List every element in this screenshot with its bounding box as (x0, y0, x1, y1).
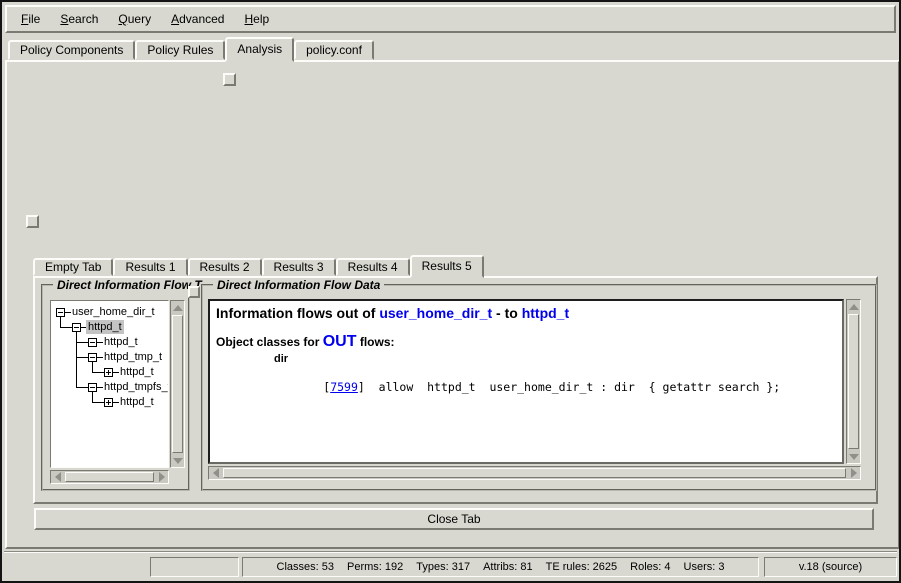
tree-node-label[interactable]: user_home_dir_t (70, 305, 157, 319)
flow-direction-label: OUT (323, 333, 357, 350)
rule-number-link[interactable]: 7599 (330, 380, 358, 394)
analysis-results-group: Analysis Results Empty Tab Results 1 Res… (15, 234, 889, 534)
status-stat: Classes: 53 (277, 561, 334, 573)
main-tab[interactable]: Analysis (225, 37, 294, 62)
results-tab[interactable]: Results 2 (188, 258, 262, 276)
results-tab[interactable]: Results 3 (262, 258, 336, 276)
flow-data-group: Direct Information Flow Data Information… (201, 284, 877, 491)
subheading-pre: Object classes for (216, 335, 323, 349)
results-tab-bar: Empty Tab Results 1 Results 2 Results 3 … (33, 255, 484, 278)
flow-heading-pre: Information flows out of (216, 305, 379, 321)
tree-node-label[interactable]: httpd_t (118, 365, 156, 379)
data-scrollbar-vertical[interactable] (846, 299, 861, 464)
flow-tree-canvas: user_home_dir_thttpd_thttpd_thttpd_tmp_t… (50, 300, 169, 468)
scrollbar-thumb[interactable] (65, 472, 154, 482)
tab-label: Analysis (237, 42, 282, 56)
scroll-left-icon[interactable] (51, 471, 64, 483)
scroll-right-icon[interactable] (847, 467, 860, 479)
status-stat: TE rules: 2625 (546, 561, 618, 573)
results-tab-label: Results 4 (348, 260, 398, 274)
flow-heading-mid: - to (492, 305, 522, 321)
scroll-down-icon[interactable] (171, 454, 184, 467)
sash-handle[interactable] (188, 286, 200, 298)
status-stat: Users: 3 (684, 561, 725, 573)
tree-expander-minus-icon[interactable] (72, 323, 81, 332)
scroll-up-icon[interactable] (847, 300, 860, 313)
results-tab-label: Results 3 (274, 260, 324, 274)
status-stat: Types: 317 (416, 561, 470, 573)
tree-node-label[interactable]: httpd_tmpfs_t (102, 380, 169, 394)
tree-expander-minus-icon[interactable] (56, 308, 65, 317)
results-tab[interactable]: Results 5 (410, 255, 484, 278)
results-tab-label: Results 5 (422, 259, 472, 273)
scroll-right-icon[interactable] (155, 471, 168, 483)
results-tab[interactable]: Results 1 (113, 258, 187, 276)
object-class-name: dir (274, 353, 842, 365)
results-tab[interactable]: Empty Tab (33, 258, 113, 276)
status-stat: Perms: 192 (347, 561, 403, 573)
tree-expander-plus-icon[interactable] (104, 368, 113, 377)
sash-handle[interactable] (26, 215, 39, 228)
version-label: v.18 (source) (799, 561, 862, 573)
tree-expander-minus-icon[interactable] (88, 383, 97, 392)
status-stat: Attribs: 81 (483, 561, 533, 573)
tab-label: policy.conf (306, 43, 362, 57)
tree-node-label[interactable]: httpd_t (102, 335, 140, 349)
menu-item[interactable]: Query (118, 12, 151, 26)
flow-tree-group: Direct Information Flow T user_home_dir_… (41, 284, 190, 491)
status-stat: Roles: 4 (630, 561, 670, 573)
close-tab-button[interactable]: Close Tab (34, 508, 874, 530)
tree-expander-plus-icon[interactable] (104, 398, 113, 407)
flow-data-textarea: Information flows out of user_home_dir_t… (208, 299, 844, 464)
results-tab-label: Results 2 (200, 260, 250, 274)
tab-label: Policy Components (20, 43, 123, 57)
object-classes-heading: Object classes for OUT flows: (216, 333, 842, 351)
data-scrollbar-horizontal[interactable] (208, 466, 861, 480)
tab-label: Policy Rules (147, 43, 213, 57)
scroll-down-icon[interactable] (847, 450, 860, 463)
menu-item[interactable]: Advanced (171, 12, 224, 26)
main-tab[interactable]: policy.conf (294, 40, 374, 60)
results-tab[interactable]: Results 4 (336, 258, 410, 276)
menu-item[interactable]: Search (60, 12, 98, 26)
tree-node-label[interactable]: httpd_tmp_t (102, 350, 164, 364)
main-tab[interactable]: Policy Rules (135, 40, 225, 60)
results-tab-label: Empty Tab (45, 260, 101, 274)
flow-data-title: Direct Information Flow Data (213, 278, 384, 292)
tree-expander-minus-icon[interactable] (88, 338, 97, 347)
menubar: File Search Query Advanced Help (5, 5, 896, 33)
scroll-up-icon[interactable] (171, 301, 184, 314)
tree-expander-minus-icon[interactable] (88, 353, 97, 362)
main-tab[interactable]: Policy Components (8, 40, 135, 60)
flow-heading: Information flows out of user_home_dir_t… (216, 305, 842, 321)
scrollbar-thumb[interactable] (848, 314, 859, 449)
tree-node-label[interactable]: httpd_t (118, 395, 156, 409)
scrollbar-thumb[interactable] (223, 468, 846, 478)
status-empty-panel (150, 557, 239, 577)
tree-scrollbar-horizontal[interactable] (50, 470, 169, 484)
status-separator (4, 551, 897, 553)
flow-source-type: user_home_dir_t (379, 305, 492, 321)
flow-target-type: httpd_t (522, 305, 569, 321)
flow-tree-title: Direct Information Flow T (53, 278, 206, 292)
menu-item[interactable]: File (21, 12, 40, 26)
menu-item[interactable]: Help (244, 12, 269, 26)
scroll-left-icon[interactable] (209, 467, 222, 479)
close-tab-label: Close Tab (427, 512, 480, 526)
sash-handle[interactable] (223, 73, 236, 86)
tree-node-label[interactable]: httpd_t (86, 320, 124, 334)
results-tab-label: Results 1 (125, 260, 175, 274)
rule-text: ] allow httpd_t user_home_dir_t : dir { … (358, 380, 780, 394)
status-version-panel: v.18 (source) (764, 557, 897, 577)
main-tab-bar: Policy Components Policy Rules Analysis … (8, 37, 374, 62)
tree-scrollbar-vertical[interactable] (170, 300, 185, 468)
subheading-post: flows: (357, 335, 395, 349)
scrollbar-thumb[interactable] (172, 315, 183, 453)
te-rule-line: [7599] allow httpd_t user_home_dir_t : d… (254, 366, 842, 408)
apol-window: File Search Query Advanced Help Policy Compo… (0, 0, 901, 583)
status-stats-panel: Classes: 53 Perms: 192 Types: 317 Attribs: … (242, 557, 759, 577)
